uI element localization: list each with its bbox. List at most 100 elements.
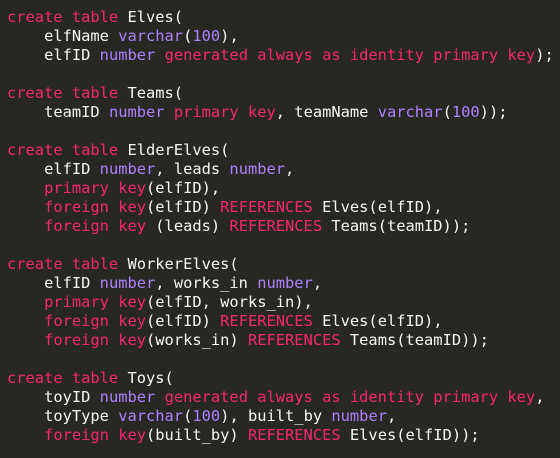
code-line: primary key(elfID, works_in),	[7, 293, 560, 312]
sql-text: (elfID)	[146, 312, 221, 330]
code-line: elfID number, leads number,	[7, 160, 560, 179]
sql-keyword: REFERENCES	[220, 312, 313, 330]
code-line: create table WorkerElves(	[7, 255, 560, 274]
sql-text: elfName	[7, 27, 119, 45]
sql-keyword: foreign key	[44, 217, 147, 235]
sql-keyword: primary key	[173, 103, 276, 121]
sql-keyword: REFERENCES	[247, 331, 341, 349]
sql-type: number	[108, 103, 165, 121]
sql-text: (works_in)	[146, 331, 248, 349]
sql-text: (elfID),	[146, 179, 221, 197]
sql-keyword: foreign key	[44, 312, 147, 330]
sql-type: number	[331, 407, 387, 425]
code-editor[interactable]: create table Elves( elfName varchar(100)…	[0, 0, 560, 458]
sql-text: Teams(teamID));	[340, 331, 489, 349]
code-line: toyID number generated always as identit…	[7, 388, 560, 407]
code-line: foreign key (leads) REFERENCES Teams(tea…	[7, 217, 560, 236]
code-line: create table ElderElves(	[7, 141, 560, 160]
sql-text: (leads)	[146, 217, 230, 235]
sql-keyword: REFERENCES	[247, 426, 341, 444]
sql-text: ,	[312, 274, 323, 292]
sql-text: ), built_by	[220, 407, 332, 425]
sql-text: ,	[535, 388, 545, 406]
sql-text: elfID	[7, 274, 100, 292]
sql-text: , works_in	[155, 274, 258, 292]
sql-text: (	[183, 27, 193, 45]
code-line: create table Toys(	[7, 369, 560, 388]
sql-text: ),	[220, 27, 239, 45]
sql-text: (elfID)	[146, 198, 221, 216]
sql-text: Toys(	[118, 369, 174, 387]
code-line: elfID number generated always as identit…	[7, 46, 560, 65]
sql-keyword: foreign key	[44, 426, 147, 444]
sql-type: number	[229, 160, 286, 178]
sql-text: toyType	[7, 407, 119, 425]
sql-keyword: generated always as identity primary key	[164, 388, 536, 406]
code-line: foreign key(elfID) REFERENCES Elves(elfI…	[7, 198, 560, 217]
sql-text: teamID	[7, 103, 109, 121]
sql-text: , teamName	[275, 103, 378, 121]
code-lines: create table Elves( elfName varchar(100)…	[7, 8, 560, 445]
sql-text: ,	[386, 407, 397, 425]
sql-type: number	[99, 274, 156, 292]
sql-type: number	[99, 160, 156, 178]
sql-text: elfID	[7, 160, 100, 178]
sql-keyword: primary key	[44, 179, 147, 197]
sql-text: ));	[479, 103, 508, 121]
sql-type: varchar	[118, 407, 184, 425]
code-line: create table Teams(	[7, 84, 560, 103]
sql-keyword: create table	[7, 8, 119, 26]
sql-keyword: create table	[7, 84, 119, 102]
code-line: primary key(elfID),	[7, 179, 560, 198]
sql-text: , leads	[155, 160, 230, 178]
sql-type: number	[99, 46, 156, 64]
code-line: create table Elves(	[7, 8, 560, 27]
sql-number: 100	[192, 407, 221, 425]
sql-text: Teams(teamID));	[322, 217, 471, 235]
sql-text: (	[442, 103, 452, 121]
sql-text: Elves(	[118, 8, 184, 26]
sql-text: );	[535, 46, 554, 64]
code-line: elfName varchar(100),	[7, 27, 560, 46]
sql-text: ,	[285, 160, 295, 178]
sql-text: (built_by)	[146, 426, 248, 444]
sql-text: Elves(elfID),	[312, 312, 443, 330]
sql-type: number	[257, 274, 313, 292]
sql-number: 100	[192, 27, 221, 45]
code-line: foreign key(built_by) REFERENCES Elves(e…	[7, 426, 560, 445]
sql-text: Teams(	[118, 84, 184, 102]
sql-keyword: generated always as identity primary key	[164, 46, 536, 64]
code-line: foreign key(works_in) REFERENCES Teams(t…	[7, 331, 560, 350]
code-line: toyType varchar(100), built_by number,	[7, 407, 560, 426]
sql-type: varchar	[377, 103, 443, 121]
sql-keyword: foreign key	[44, 198, 147, 216]
sql-keyword: REFERENCES	[220, 198, 313, 216]
sql-type: number	[99, 388, 156, 406]
sql-type: varchar	[118, 27, 184, 45]
sql-text: WorkerElves(	[118, 255, 239, 273]
sql-text: Elves(elfID));	[340, 426, 480, 444]
sql-text: ElderElves(	[118, 141, 230, 159]
sql-keyword: primary key	[44, 293, 147, 311]
sql-text: elfID	[7, 46, 100, 64]
code-line: teamID number primary key, teamName varc…	[7, 103, 560, 122]
code-line: elfID number, works_in number,	[7, 274, 560, 293]
sql-text: toyID	[7, 388, 100, 406]
sql-keyword: REFERENCES	[229, 217, 323, 235]
sql-keyword: create table	[7, 369, 119, 387]
sql-text: Elves(elfID),	[312, 198, 443, 216]
sql-keyword: foreign key	[44, 331, 147, 349]
sql-text: (	[183, 407, 193, 425]
sql-number: 100	[451, 103, 480, 121]
